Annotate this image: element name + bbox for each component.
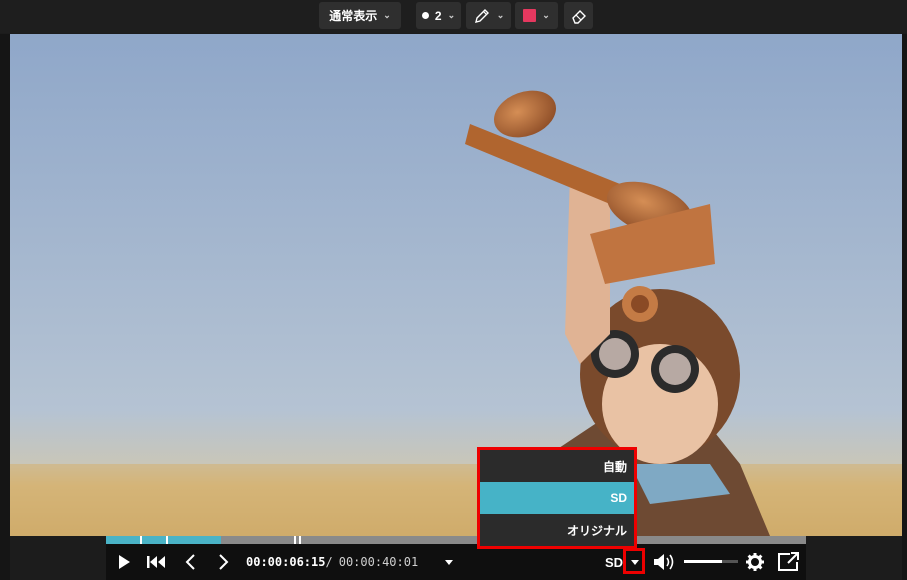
time-separator: / [325, 555, 333, 569]
chevron-down-icon: ⌄ [496, 10, 505, 20]
skip-to-start-button[interactable] [144, 544, 168, 580]
quality-option-label: オリジナル [566, 523, 627, 538]
quality-dropdown-highlight [623, 548, 645, 574]
external-window-icon [778, 552, 799, 571]
seek-marker[interactable] [299, 536, 301, 544]
stroke-size-value: 2 [434, 8, 442, 23]
eraser-icon [571, 9, 586, 24]
seek-marker[interactable] [140, 536, 142, 544]
caret-down-icon [445, 559, 453, 565]
total-time: 00:00:40:01 [338, 555, 419, 569]
previous-frame-button[interactable] [180, 544, 200, 580]
eraser-button[interactable] [564, 2, 593, 29]
color-swatch [523, 9, 537, 22]
quality-option-auto[interactable]: 自動 [480, 450, 634, 482]
seek-bar-played [106, 536, 221, 544]
volume-slider[interactable] [684, 560, 738, 563]
color-dropdown[interactable]: ⌄ [515, 2, 558, 29]
seek-marker[interactable] [294, 536, 296, 544]
chevron-down-icon: ⌄ [383, 10, 391, 20]
pencil-icon [474, 8, 489, 23]
video-frame[interactable] [10, 34, 902, 536]
quality-option-sd[interactable]: SD [480, 482, 634, 514]
timecode-format-dropdown[interactable] [442, 544, 456, 580]
seek-bar[interactable] [106, 536, 806, 544]
volume-button[interactable] [652, 544, 678, 580]
current-time: 00:00:06:15 [246, 555, 326, 569]
left-panel-edge [0, 34, 10, 580]
player-controls: 00:00:06:15 / 00:00:40:01 SD [106, 544, 806, 580]
chevron-left-icon [185, 554, 195, 570]
quality-menu: 自動 SD オリジナル [477, 447, 637, 549]
seek-marker[interactable] [166, 536, 168, 544]
brush-dot-icon [421, 12, 429, 19]
chevron-right-icon [219, 554, 229, 570]
volume-level [684, 560, 722, 563]
skip-to-start-icon [147, 556, 165, 568]
video-image [10, 34, 902, 536]
quality-option-original[interactable]: オリジナル [480, 514, 634, 546]
quality-option-label: SD [610, 491, 627, 505]
play-button[interactable] [114, 544, 134, 580]
pencil-tool-dropdown[interactable]: ⌄ [466, 2, 511, 29]
annotation-toolbar: 通常表示 ⌄ 2 ⌄ ⌄ ⌄ [0, 0, 907, 33]
play-icon [119, 555, 130, 569]
view-mode-label: 通常表示 [329, 9, 378, 23]
stroke-size-dropdown[interactable]: 2 ⌄ [416, 2, 461, 29]
next-frame-button[interactable] [214, 544, 234, 580]
settings-button[interactable] [744, 544, 766, 580]
timecode-display: 00:00:06:15 / 00:00:40:01 [246, 544, 442, 580]
volume-icon [654, 554, 674, 570]
chevron-down-icon: ⌄ [447, 10, 456, 20]
popout-button[interactable] [776, 544, 802, 580]
quality-option-label: 自動 [602, 459, 627, 474]
view-mode-dropdown[interactable]: 通常表示 ⌄ [319, 2, 401, 29]
right-panel-edge [902, 34, 907, 580]
chevron-down-icon: ⌄ [542, 10, 550, 20]
gear-icon [746, 553, 764, 571]
